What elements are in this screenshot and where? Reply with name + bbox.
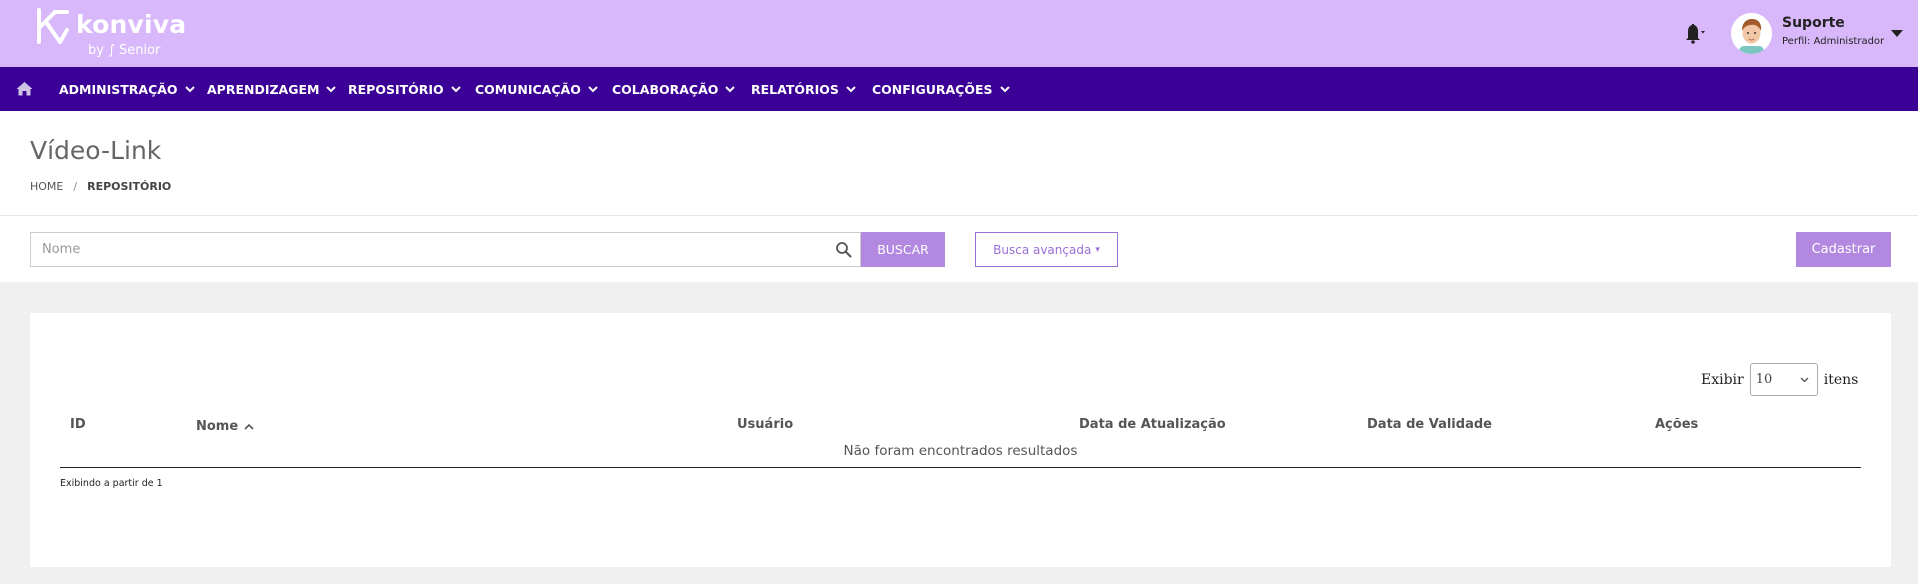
chevron-down-icon xyxy=(846,85,856,92)
page-size-select[interactable]: 10 xyxy=(1749,363,1818,396)
konviva-k-logo-icon xyxy=(37,8,69,44)
nav-item-label: REPOSITÓRIO xyxy=(348,81,444,97)
nav-item-administracao[interactable]: ADMINISTRAÇÃO xyxy=(59,67,195,111)
search-toolbar: BUSCAR Busca avançada ▾ Cadastrar xyxy=(0,216,1918,282)
chevron-down-icon xyxy=(184,85,195,92)
nav-item-relatorios[interactable]: RELATÓRIOS xyxy=(751,67,856,111)
breadcrumb-home[interactable]: HOME xyxy=(30,180,63,193)
column-header-label: Data de Atualização xyxy=(1079,417,1226,432)
search-button[interactable]: BUSCAR xyxy=(861,232,945,267)
breadcrumb-current: REPOSITÓRIO xyxy=(87,180,172,193)
nav-item-colaboracao[interactable]: COLABORAÇÃO xyxy=(612,67,736,111)
nav-item-aprendizagem[interactable]: APRENDIZAGEM xyxy=(207,67,337,111)
user-name[interactable]: Suporte xyxy=(1782,15,1845,31)
nav-item-label: COLABORAÇÃO xyxy=(612,81,719,97)
column-header-acoes: Ações xyxy=(1655,417,1698,432)
page-title: Vídeo-Link xyxy=(30,136,162,165)
user-menu-caret-icon[interactable] xyxy=(1890,28,1904,38)
chevron-down-icon xyxy=(326,85,337,92)
chevron-down-icon xyxy=(999,85,1010,92)
caret-down-icon: ▾ xyxy=(1095,244,1100,255)
page-header: Vídeo-Link HOME / REPOSITÓRIO xyxy=(0,111,1918,216)
pagination-info: Exibindo a partir de 1 xyxy=(60,478,163,489)
nav-item-repositorio[interactable]: REPOSITÓRIO xyxy=(348,67,461,111)
nav-item-label: COMUNICAÇÃO xyxy=(475,81,581,97)
page-size-control: Exibir 10 itens xyxy=(1701,363,1858,396)
column-header-data-validade[interactable]: Data de Validade xyxy=(1367,417,1492,432)
column-header-label: Usuário xyxy=(737,417,794,432)
brand-name: konviva xyxy=(76,10,187,39)
user-profile-label: Perfil: Administrador xyxy=(1782,36,1885,47)
column-header-label: Nome xyxy=(196,419,239,434)
advanced-search-label: Busca avançada xyxy=(993,242,1092,257)
table-header: ID Nome Usuário Data de Atualização Data… xyxy=(60,410,1861,440)
column-header-label: Ações xyxy=(1655,417,1699,432)
top-header: konviva by ∫ Senior Suporte Perfil: Admi… xyxy=(0,0,1918,67)
chevron-down-icon xyxy=(725,85,736,92)
column-header-nome[interactable]: Nome xyxy=(196,419,254,434)
sort-ascending-icon xyxy=(244,423,254,430)
column-header-id[interactable]: ID xyxy=(70,417,86,432)
avatar[interactable] xyxy=(1731,13,1772,54)
search-icon[interactable] xyxy=(835,241,852,258)
chevron-down-icon xyxy=(450,85,461,92)
column-header-data-atualizacao[interactable]: Data de Atualização xyxy=(1079,417,1226,432)
user-avatar-icon xyxy=(1731,13,1772,54)
column-header-usuario[interactable]: Usuário xyxy=(737,417,793,432)
column-header-label: Data de Validade xyxy=(1367,417,1492,432)
breadcrumb: HOME / REPOSITÓRIO xyxy=(30,180,171,193)
table-divider xyxy=(60,467,1861,468)
page-size-value: 10 xyxy=(1755,372,1773,387)
nav-item-label: RELATÓRIOS xyxy=(751,81,839,97)
column-header-label: ID xyxy=(70,417,86,432)
home-icon[interactable] xyxy=(16,81,33,96)
bell-icon[interactable] xyxy=(1680,22,1706,44)
create-button[interactable]: Cadastrar xyxy=(1796,232,1891,267)
page-size-label: Exibir xyxy=(1701,371,1744,388)
empty-results-message: Não foram encontrados resultados xyxy=(843,443,1078,459)
brand-by-line: by ∫ Senior xyxy=(88,43,161,58)
advanced-search-button[interactable]: Busca avançada ▾ xyxy=(975,232,1118,267)
nav-item-configuracoes[interactable]: CONFIGURAÇÕES xyxy=(872,67,1010,111)
search-input[interactable] xyxy=(31,233,811,266)
page-size-suffix: itens xyxy=(1823,371,1859,388)
results-card: Exibir 10 itens ID Nome Usuário Data de … xyxy=(30,313,1891,567)
breadcrumb-separator: / xyxy=(73,180,78,193)
nav-item-label: APRENDIZAGEM xyxy=(207,81,320,97)
chevron-down-icon xyxy=(588,85,598,92)
konviva-logo[interactable]: konviva by ∫ Senior xyxy=(36,6,206,60)
chevron-down-icon xyxy=(1800,377,1809,382)
main-nav: ADMINISTRAÇÃO APRENDIZAGEM REPOSITÓRIO C… xyxy=(0,67,1918,111)
search-field xyxy=(30,232,861,267)
nav-item-label: ADMINISTRAÇÃO xyxy=(59,81,178,97)
nav-item-label: CONFIGURAÇÕES xyxy=(872,81,993,97)
nav-item-comunicacao[interactable]: COMUNICAÇÃO xyxy=(475,67,598,111)
